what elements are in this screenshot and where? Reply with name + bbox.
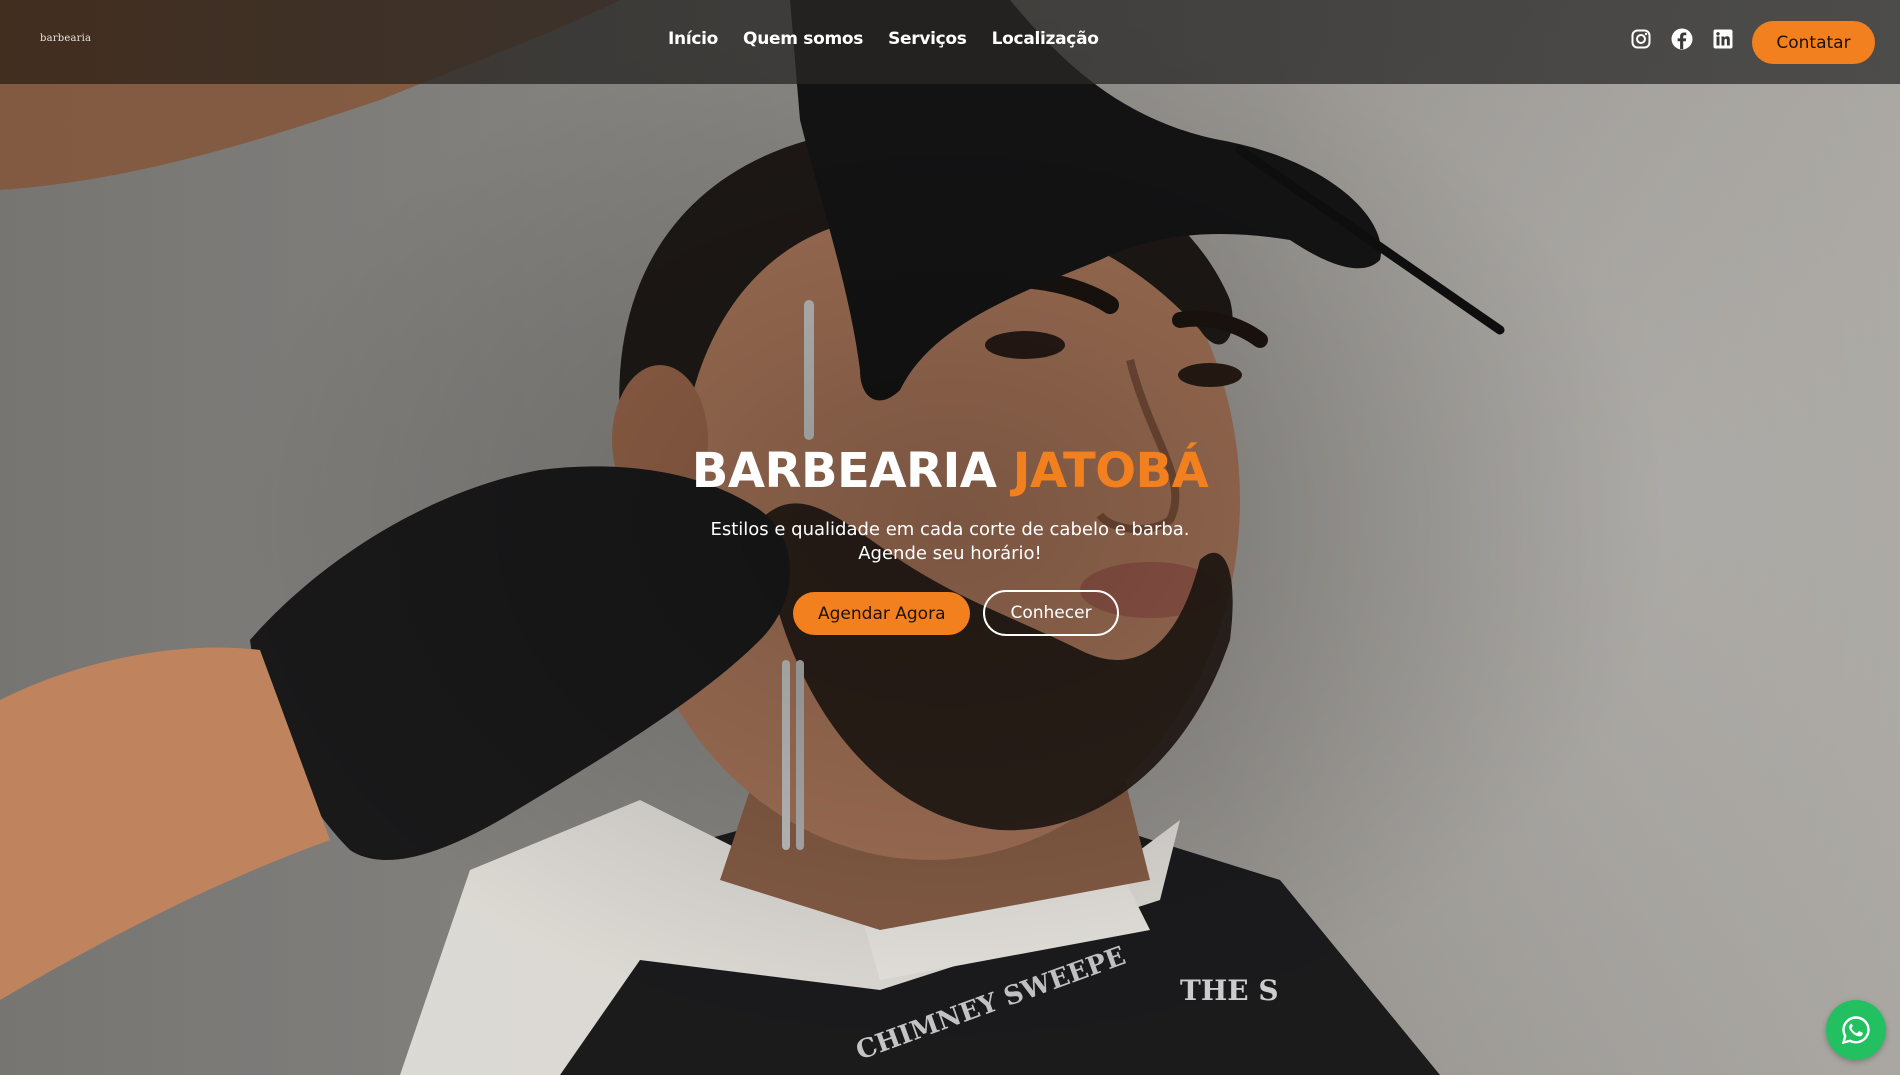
site-header: barbearia Início Quem somos Serviços Loc… bbox=[0, 0, 1900, 84]
nav-link-quem-somos[interactable]: Quem somos bbox=[743, 29, 863, 49]
hero-subtitle-line-1: Estilos e qualidade em cada corte de cab… bbox=[710, 519, 1190, 540]
contact-button[interactable]: Contatar bbox=[1752, 21, 1875, 64]
site-logo[interactable]: barbearia bbox=[40, 33, 91, 44]
learn-more-button[interactable]: Conhecer bbox=[983, 590, 1119, 636]
whatsapp-button[interactable] bbox=[1826, 1000, 1886, 1060]
hero-actions: Agendar Agora Conhecer bbox=[793, 590, 1119, 636]
schedule-now-button[interactable]: Agendar Agora bbox=[793, 592, 971, 635]
instagram-icon[interactable] bbox=[1630, 28, 1652, 50]
linkedin-icon[interactable] bbox=[1712, 28, 1734, 50]
nav-link-servicos[interactable]: Serviços bbox=[888, 29, 967, 49]
nav-link-inicio[interactable]: Início bbox=[668, 29, 718, 49]
social-links bbox=[1630, 28, 1734, 50]
whatsapp-icon bbox=[1841, 1016, 1870, 1045]
nav-link-localizacao[interactable]: Localização bbox=[992, 29, 1099, 49]
hero-title-main: BARBEARIA bbox=[691, 443, 997, 499]
hero-title: BARBEARIA JATOBÁ bbox=[0, 443, 1900, 499]
hero-title-accent: JATOBÁ bbox=[1012, 443, 1209, 499]
facebook-icon[interactable] bbox=[1671, 28, 1693, 50]
hero-subtitle: Estilos e qualidade em cada corte de cab… bbox=[0, 518, 1900, 566]
hero-subtitle-line-2: Agende seu horário! bbox=[858, 543, 1042, 564]
main-navigation: Início Quem somos Serviços Localização bbox=[668, 29, 1099, 49]
